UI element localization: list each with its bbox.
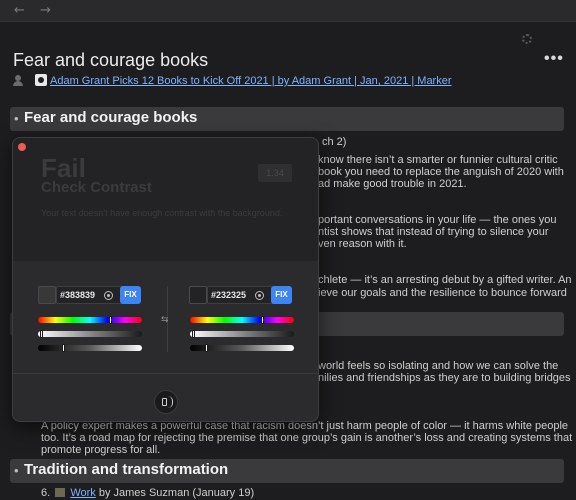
- bullet: •: [14, 111, 19, 126]
- section-heading: • Tradition and transformation: [10, 459, 564, 483]
- slider-thumb[interactable]: [260, 316, 264, 324]
- body-text: chlete — it’s an arresting debut by a gi…: [318, 274, 572, 286]
- forward-arrow-icon[interactable]: →: [40, 3, 51, 18]
- body-text: know there isn’t a smarter or funnier cu…: [318, 154, 558, 166]
- contrast-ratio: 1.34: [258, 164, 292, 182]
- body-text: too. It’s a road map for rejecting the p…: [41, 432, 573, 444]
- body-text: promote progress for all.: [41, 444, 161, 456]
- eyedropper-icon[interactable]: [255, 291, 264, 300]
- slider-thumb[interactable]: [40, 330, 44, 338]
- contrast-message: Your text doesn’t have enough contrast w…: [41, 208, 283, 218]
- speaker-button[interactable]: [154, 390, 178, 414]
- speaker-icon: [162, 398, 167, 406]
- foreground-hue-slider[interactable]: [38, 316, 142, 324]
- swap-icon[interactable]: ⇆: [161, 315, 169, 325]
- source-link[interactable]: Adam Grant Picks 12 Books to Kick Off 20…: [50, 75, 452, 87]
- background-fix-button[interactable]: FIX: [271, 286, 292, 304]
- slider-thumb[interactable]: [192, 330, 196, 338]
- person-icon: [13, 75, 23, 86]
- body-text: ntist shows that instead of trying to si…: [318, 226, 549, 238]
- speaker-wave: [168, 396, 173, 408]
- more-icon[interactable]: •••: [544, 50, 564, 68]
- eyedropper-icon[interactable]: [104, 291, 113, 300]
- contrast-title: Check Contrast: [41, 179, 152, 196]
- source-icon: [35, 74, 47, 86]
- book-detail: by James Suzman (January 19): [98, 487, 255, 499]
- foreground-lightness-slider[interactable]: [38, 344, 142, 352]
- background-alpha-slider[interactable]: [190, 330, 294, 338]
- body-text: ch 2): [322, 136, 347, 148]
- top-toolbar: ← →: [0, 0, 576, 22]
- section-heading-text: Fear and courage books: [24, 109, 198, 126]
- body-text: ad make good trouble in 2021.: [318, 178, 467, 190]
- foreground-alpha-slider[interactable]: [38, 330, 142, 338]
- bullet: •: [14, 463, 19, 478]
- body-text: portant conversations in your life — the…: [318, 214, 557, 226]
- body-text: ieve our goals and the resilience to bou…: [318, 287, 567, 299]
- background-lightness-slider[interactable]: [190, 344, 294, 352]
- gear-icon[interactable]: [522, 34, 532, 44]
- body-text: world feels so isolating and how we can …: [318, 360, 559, 372]
- close-button[interactable]: [18, 143, 26, 151]
- list-item-number: 6.: [41, 487, 51, 499]
- slider-thumb[interactable]: [204, 344, 208, 352]
- book-icon: [55, 488, 66, 497]
- body-text: nilies and friendships as they are to bu…: [318, 372, 571, 384]
- body-text: book you need to replace the anguish of …: [318, 166, 564, 178]
- list-item: 6. Work by James Suzman (January 19): [41, 487, 254, 499]
- page-title: Fear and courage books: [13, 50, 209, 70]
- contrast-checker-panel: Fail Check Contrast 1.34 Your text doesn…: [12, 137, 319, 422]
- foreground-fix-button[interactable]: FIX: [120, 286, 141, 304]
- divider: [13, 373, 318, 374]
- back-arrow-icon[interactable]: ←: [14, 3, 25, 18]
- background-hue-slider[interactable]: [190, 316, 294, 324]
- contrast-preview: Fail Check Contrast 1.34 Your text doesn…: [13, 138, 318, 261]
- slider-thumb[interactable]: [108, 316, 112, 324]
- section-heading-text: Tradition and transformation: [24, 461, 229, 478]
- body-text: ven reason with it.: [318, 238, 407, 250]
- foreground-swatch[interactable]: [38, 286, 56, 304]
- background-swatch[interactable]: [189, 286, 207, 304]
- slider-thumb[interactable]: [61, 344, 65, 352]
- section-heading: • Fear and courage books: [10, 107, 564, 131]
- book-link[interactable]: Work: [70, 487, 95, 499]
